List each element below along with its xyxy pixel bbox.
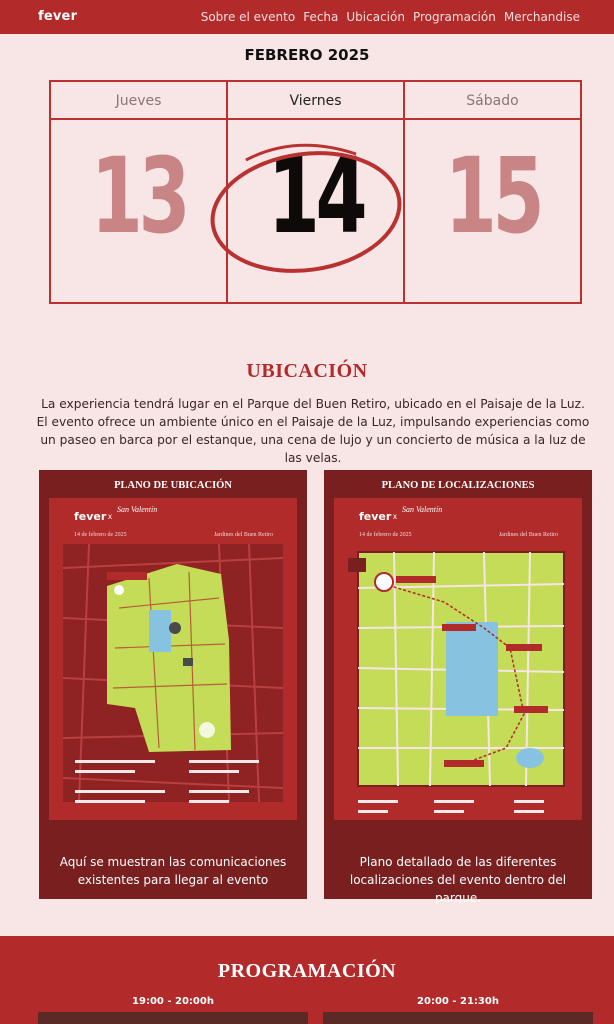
nav-link-programacion[interactable]: Programación: [413, 10, 496, 24]
nav-link-merchandise[interactable]: Merchandise: [504, 10, 580, 24]
calendar-day-name: Jueves: [51, 82, 226, 120]
calendar-day-number: 13: [90, 135, 191, 257]
programacion-image-2[interactable]: [323, 1012, 593, 1024]
ubicacion-title: UBICACIÓN: [246, 360, 368, 382]
programacion-section: PROGRAMACIÓN 19:00 - 20:00h 20:00 - 21:3…: [0, 936, 614, 1024]
card-heading: PLANO DE UBICACIÓN: [114, 480, 232, 491]
nav-link-fecha[interactable]: Fecha: [303, 10, 338, 24]
programacion-time-1: 19:00 - 20:00h: [132, 996, 214, 1007]
ubicacion-description: La experiencia tendrá lugar en el Parque…: [36, 397, 590, 465]
nav-link-ubicacion[interactable]: Ubicación: [346, 10, 405, 24]
calendar-day-name: Viernes: [228, 82, 403, 120]
calendar: Jueves 13 Viernes 14 Sábado 15: [49, 80, 582, 304]
park-map-icon: [348, 551, 565, 813]
calendar-day-number: 15: [444, 135, 545, 257]
card-heading: PLANO DE LOCALIZACIONES: [381, 480, 535, 491]
calendar-day-friday: Viernes 14: [228, 82, 405, 302]
nav-links: Sobre el evento Fecha Ubicación Programa…: [201, 10, 580, 24]
calendar-month: FEBRERO 2025: [244, 46, 370, 64]
fever-logo[interactable]: fever: [38, 9, 77, 24]
calendar-day-thursday: Jueves 13: [51, 82, 228, 302]
card-caption: Aquí se muestran las comunicaciones exis…: [59, 855, 287, 887]
calendar-day-saturday: Sábado 15: [405, 82, 580, 302]
calendar-day-number: 14: [267, 135, 368, 257]
card-caption: Plano detallado de las diferentes locali…: [349, 855, 567, 905]
map-card-ubicacion[interactable]: PLANO DE UBICACIÓN fever x San Valentín …: [39, 470, 307, 899]
top-navbar: fever Sobre el evento Fecha Ubicación Pr…: [0, 0, 614, 34]
locations-map-image[interactable]: fever x San Valentín 14 de febrero de 20…: [334, 498, 582, 820]
map-card-localizaciones[interactable]: PLANO DE LOCALIZACIONES fever x San Vale…: [324, 470, 592, 905]
programacion-image-1[interactable]: [38, 1012, 308, 1024]
programacion-time-2: 20:00 - 21:30h: [417, 996, 499, 1007]
calendar-day-name: Sábado: [405, 82, 580, 120]
nav-link-sobre-el-evento[interactable]: Sobre el evento: [201, 10, 296, 24]
street-map-icon: [62, 543, 284, 803]
programacion-title: PROGRAMACIÓN: [217, 960, 397, 982]
location-map-image[interactable]: fever x San Valentín 14 de febrero de 20…: [49, 498, 297, 820]
